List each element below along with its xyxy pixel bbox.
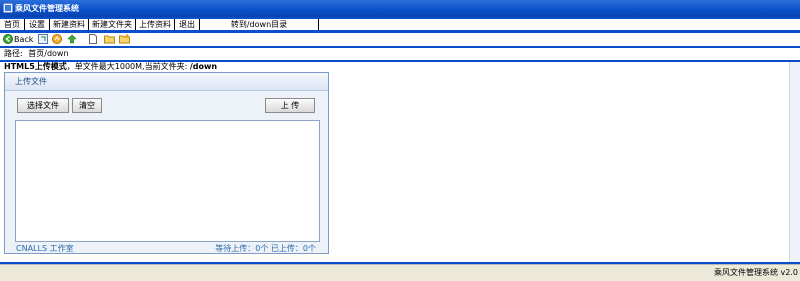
- clear-button[interactable]: 清空: [72, 98, 102, 113]
- status-bar: 乘风文件管理系统 v2.0: [0, 264, 800, 281]
- menu-logout[interactable]: 退出: [175, 19, 200, 30]
- file-queue-list[interactable]: [15, 120, 320, 242]
- app-logo-icon: [3, 3, 13, 13]
- back-button[interactable]: Back: [14, 34, 33, 45]
- home-icon[interactable]: [52, 34, 62, 45]
- refresh-icon[interactable]: [38, 34, 48, 45]
- new-file-icon[interactable]: [88, 34, 98, 45]
- path-label: 路径:: [4, 49, 23, 58]
- panel-title: 上传文件: [15, 77, 47, 86]
- upload-mode-label: HTML5上传模式: [4, 62, 67, 71]
- current-folder: /down: [189, 62, 218, 71]
- up-folder-icon[interactable]: [67, 34, 77, 45]
- status-text: 乘风文件管理系统 v2.0: [714, 268, 798, 277]
- studio-credit: CNALLS 工作室: [16, 244, 74, 253]
- upload-counter: 等待上传：0个 已上传：0个: [215, 244, 316, 253]
- menu-upload[interactable]: 上传资料: [136, 19, 175, 30]
- path-bar: 路径: 首页/down: [0, 48, 800, 60]
- menu-new-folder[interactable]: 新建文件夹: [89, 19, 136, 30]
- goto-folder-link[interactable]: 转到/down目录: [200, 19, 319, 30]
- vertical-scrollbar[interactable]: [789, 62, 800, 262]
- path-value: 首页/down: [28, 49, 69, 58]
- upload-button[interactable]: 上 传: [265, 98, 315, 113]
- menu-new-document[interactable]: 新建资料: [50, 19, 89, 30]
- new-folder-icon[interactable]: [119, 34, 130, 45]
- menu-bar: 首页 设置 新建资料 新建文件夹 上传资料 退出 转到/down目录: [0, 19, 800, 30]
- upload-info: HTML5上传模式，单文件最大1000M,当前文件夹: /down: [4, 62, 217, 72]
- panel-header: 上传文件: [5, 73, 328, 91]
- back-icon[interactable]: [3, 34, 13, 45]
- menu-home[interactable]: 首页: [0, 19, 25, 30]
- upload-panel: 上传文件 选择文件 清空 上 传 CNALLS 工作室 等待上传：0个 已上传：…: [4, 72, 329, 254]
- title-bar: 乘风文件管理系统: [0, 0, 800, 17]
- upload-info-text: ，单文件最大1000M,当前文件夹:: [66, 62, 188, 71]
- main-content: HTML5上传模式，单文件最大1000M,当前文件夹: /down 上传文件 选…: [0, 62, 800, 262]
- select-files-button[interactable]: 选择文件: [17, 98, 69, 113]
- open-folder-icon[interactable]: [104, 34, 115, 45]
- app-title: 乘风文件管理系统: [15, 4, 79, 13]
- menu-settings[interactable]: 设置: [25, 19, 50, 30]
- toolbar: Back: [0, 33, 800, 46]
